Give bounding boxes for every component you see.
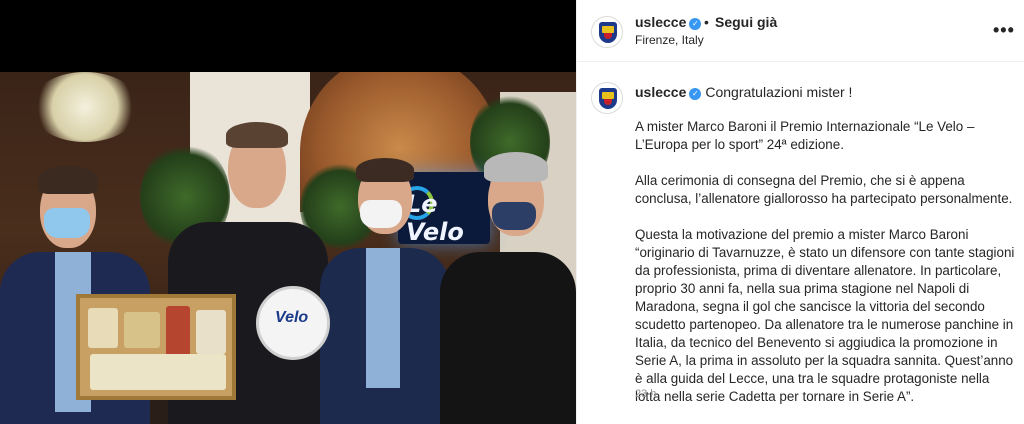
caption-header: uslecce ✓ Congratulazioni mister ! [635,84,852,100]
caption-username[interactable]: uslecce [635,84,686,100]
post-side-panel: uslecce ✓ • Segui già Firenze, Italy ••• … [576,0,1024,424]
person [440,152,576,424]
club-crest-icon [599,22,617,43]
location-link[interactable]: Firenze, Italy [635,33,704,47]
award-plaque-text: Velo [275,309,309,326]
post-timestamp[interactable]: 23 h [635,388,656,400]
caption-text: A mister Marco Baroni il Premio Internaz… [635,118,1015,424]
award-plaque: Velo [256,286,330,360]
flower-decoration [30,72,140,142]
follow-button[interactable]: Segui già [715,14,777,30]
caption-paragraph: A mister Marco Baroni il Premio Internaz… [635,119,975,152]
verified-badge-icon: ✓ [689,18,702,30]
caption-paragraph: Alla cerimonia di consegna del Premio, c… [635,173,1013,206]
caption-first-line: Congratulazioni mister ! [705,84,853,100]
header-username-link[interactable]: uslecce ✓ [635,14,702,32]
caption-block: uslecce ✓ Congratulazioni mister ! A miste… [577,62,1024,424]
avatar[interactable] [591,16,623,48]
verified-badge-icon: ✓ [689,88,702,100]
club-crest-icon [599,88,617,109]
gift-box [76,294,236,400]
caption-paragraph: Questa la motivazione del premio a miste… [635,227,1015,404]
post-header: uslecce ✓ • Segui già Firenze, Italy ••• [577,0,1024,62]
more-options-icon[interactable]: ••• [993,20,1015,41]
avatar[interactable] [591,82,623,114]
username[interactable]: uslecce [635,14,686,30]
header-separator: • [704,14,709,30]
post-photo[interactable]: Le Velo Velo [0,72,576,424]
person [320,158,450,424]
post-media[interactable]: Le Velo Velo [0,0,576,424]
